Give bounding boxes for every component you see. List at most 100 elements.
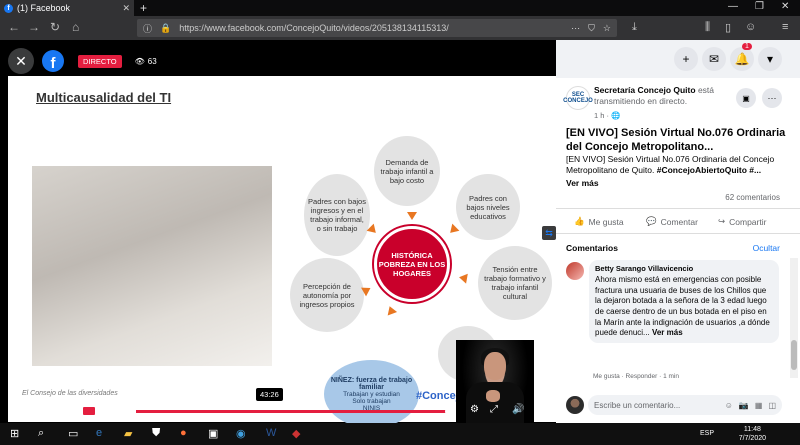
close-video-button[interactable]: ✕ <box>8 48 34 74</box>
viewer-count-value: 63 <box>147 56 157 66</box>
live-indicator-icon[interactable] <box>83 407 95 415</box>
hide-comments-link[interactable]: Ocultar <box>753 243 780 253</box>
user-avatar <box>566 396 584 414</box>
menu-icon[interactable]: ≡ <box>782 21 788 33</box>
forward-icon[interactable]: → <box>28 20 40 34</box>
sticker-icon[interactable]: ◫ <box>768 401 776 410</box>
close-window-icon[interactable]: ✕ <box>781 1 789 12</box>
progress-bar[interactable] <box>136 410 449 413</box>
skip-back-icon[interactable]: ⏮ <box>8 404 17 415</box>
comment-placeholder[interactable]: Escribe un comentario... <box>594 401 680 410</box>
page-actions-icon[interactable]: ··· <box>571 23 580 34</box>
store-icon[interactable]: ⛊ <box>152 427 160 440</box>
comment-button[interactable]: 💬 Comentar <box>646 216 698 227</box>
post-time[interactable]: 1 h · 🌐 <box>594 111 620 120</box>
arrow-icon <box>407 212 417 220</box>
facebook-logo-icon[interactable]: f <box>42 50 64 72</box>
browser-tabbar: f (1) Facebook ✕ + — ❐ ✕ <box>0 0 800 16</box>
page-avatar[interactable]: SEC CONCEJO <box>563 86 593 110</box>
children-photo <box>32 166 272 366</box>
app-icon[interactable]: ◆ <box>292 427 300 440</box>
library-icon[interactable]: ⫼ <box>705 21 710 34</box>
post-time-text[interactable]: 1 h · <box>594 111 609 120</box>
arrow-icon <box>446 223 460 237</box>
app-icon[interactable]: ▣ <box>208 427 218 440</box>
account-menu-icon[interactable]: ▾ <box>758 47 782 71</box>
share-label: Compartir <box>729 216 767 227</box>
app-icon[interactable]: ◉ <box>236 427 246 440</box>
task-view-icon[interactable]: ▭ <box>68 427 78 440</box>
save-icon[interactable]: ▣ <box>736 88 756 108</box>
firefox-icon[interactable]: ● <box>180 427 187 439</box>
commenter-avatar[interactable] <box>566 262 584 280</box>
factor-tension: Tensión entre trabajo formativo y trabaj… <box>478 246 552 320</box>
comment-bubble: Betty Sarango Villavicencio Ahora mismo … <box>589 260 779 343</box>
notifications-bell-icon[interactable]: 🔔 <box>730 47 754 71</box>
like-button[interactable]: 👍 Me gusta <box>574 216 624 227</box>
info-icon[interactable]: ⓘ <box>143 22 152 35</box>
globe-icon: 🌐 <box>611 111 621 120</box>
create-button[interactable]: + <box>674 47 698 71</box>
url-text[interactable]: https://www.facebook.com/ConcejoQuito/vi… <box>179 23 449 33</box>
post-sidebar: + ✉ 🔔 1 ▾ SEC CONCEJO Secretaría Concejo … <box>556 40 800 423</box>
volume-icon[interactable]: 🔊 <box>512 404 524 415</box>
share-button[interactable]: ↪ Compartir <box>718 216 766 227</box>
bookmark-star-icon[interactable]: ☆ <box>603 23 611 34</box>
elapsed-time: 1:46:28 <box>100 406 126 415</box>
description-hashtag[interactable]: #ConcejoAbiertoQuito #... <box>657 165 761 175</box>
pocket-icon[interactable]: ⛉ <box>588 23 595 34</box>
sidebar-icon[interactable]: ▯ <box>725 21 731 34</box>
comment-text: Ahora mismo está en emergencias con posi… <box>595 275 773 339</box>
comment-count[interactable]: 62 comentarios <box>725 193 780 202</box>
home-icon[interactable]: ⌂ <box>72 20 79 34</box>
settings-gear-icon[interactable]: ⚙ <box>470 404 479 415</box>
search-icon[interactable]: ⌕ <box>38 427 44 440</box>
file-explorer-icon[interactable]: ▰ <box>124 427 132 440</box>
ninez-item: Trabajan y estudian <box>343 390 400 398</box>
comment-meta[interactable]: Me gusta · Responder · 1 min <box>593 373 679 380</box>
comment-see-more[interactable]: Ver más <box>652 328 683 337</box>
see-more-link[interactable]: Ver más <box>566 178 599 188</box>
url-bar[interactable]: ⓘ 🔒 https://www.facebook.com/ConcejoQuit… <box>137 19 617 37</box>
eye-icon: 👁 <box>134 56 145 66</box>
post-description: [EN VIVO] Sesión Virtual No.076 Ordinari… <box>566 154 792 177</box>
facebook-favicon-icon: f <box>4 3 13 13</box>
pause-icon[interactable]: ❚❚ <box>46 404 63 415</box>
progress-knob[interactable] <box>445 407 454 416</box>
fullscreen-icon[interactable]: ⤢ <box>490 404 498 415</box>
expand-sidebar-button[interactable]: ⇆ <box>542 226 556 240</box>
camera-icon[interactable]: 📷 <box>739 401 749 410</box>
new-tab-icon[interactable]: + <box>140 1 147 15</box>
thumbs-up-icon: 👍 <box>574 216 585 226</box>
page-name[interactable]: Secretaría Concejo Quito <box>594 85 696 95</box>
rewind-icon[interactable]: ◀◀ <box>26 404 41 415</box>
input-language[interactable]: ESP <box>700 430 714 437</box>
windows-start-icon[interactable]: ⊞ <box>10 427 19 440</box>
reload-icon[interactable]: ↻ <box>50 20 60 34</box>
account-icon[interactable]: ☺ <box>745 21 756 33</box>
commenter-name[interactable]: Betty Sarango Villavicencio <box>595 264 773 273</box>
download-icon[interactable]: ⤓ <box>632 21 637 34</box>
factor-autonomy: Percepción de autonomía por ingresos pro… <box>290 258 364 332</box>
like-label: Me gusta <box>588 216 624 227</box>
edge-icon[interactable]: e <box>96 427 102 439</box>
messenger-icon[interactable]: ✉ <box>702 47 726 71</box>
system-clock[interactable]: 11:48 7/7/2020 <box>739 425 766 443</box>
browser-tab[interactable]: f (1) Facebook ✕ <box>0 0 134 16</box>
comment-input[interactable]: Escribe un comentario... ☺ 📷 ▦ ◫ <box>588 395 782 415</box>
more-options-icon[interactable]: ··· <box>762 88 782 108</box>
minimize-icon[interactable]: — <box>728 1 738 12</box>
arrow-icon <box>384 304 398 316</box>
word-icon[interactable]: W <box>266 427 276 439</box>
close-tab-icon[interactable]: ✕ <box>122 3 130 14</box>
emoji-icon[interactable]: ☺ <box>725 401 733 410</box>
factor-parents-income: Padres con bajos ingresos y en el trabaj… <box>304 174 370 256</box>
fast-forward-icon[interactable]: ▶▶ <box>62 404 77 415</box>
live-badge: DIRECTO <box>78 54 122 68</box>
presentation-slide: Multicausalidad del TI Demanda de trabaj… <box>8 76 556 438</box>
back-icon[interactable]: ← <box>8 20 20 34</box>
video-player[interactable]: Multicausalidad del TI Demanda de trabaj… <box>0 40 556 445</box>
scrollbar-thumb[interactable] <box>791 340 797 370</box>
gif-icon[interactable]: ▦ <box>755 401 763 410</box>
maximize-icon[interactable]: ❐ <box>755 1 764 12</box>
